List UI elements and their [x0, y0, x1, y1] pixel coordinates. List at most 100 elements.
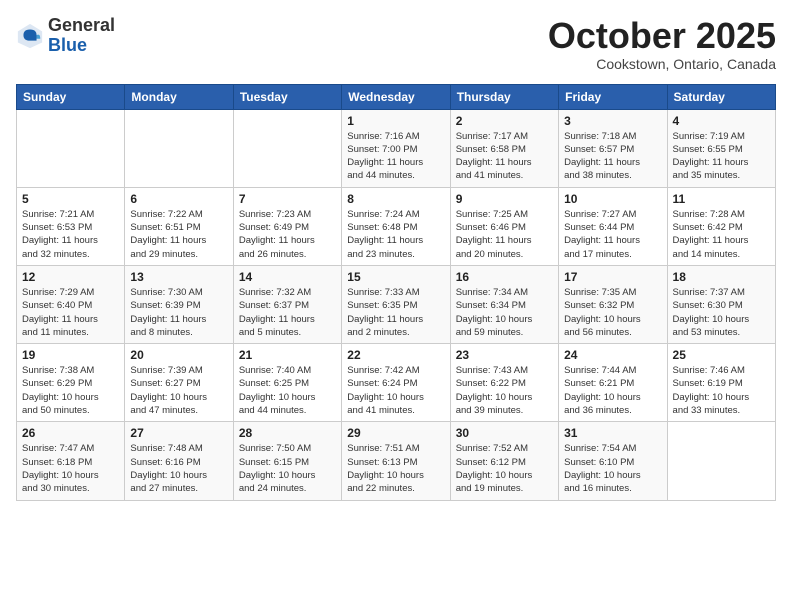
calendar-day-24: 24Sunrise: 7:44 AM Sunset: 6:21 PM Dayli… — [559, 344, 667, 422]
day-number: 3 — [564, 114, 661, 128]
empty-cell — [125, 109, 233, 187]
day-number: 16 — [456, 270, 553, 284]
logo-blue: Blue — [48, 35, 87, 55]
day-number: 30 — [456, 426, 553, 440]
calendar-week-4: 26 Sunrise: 7:47 AM Sunset: 6:18 PM Dayli… — [17, 422, 776, 500]
day-number: 13 — [130, 270, 227, 284]
calendar-day-26: 26 Sunrise: 7:47 AM Sunset: 6:18 PM Dayli… — [17, 422, 125, 500]
day-info: Sunrise: 7:34 AM Sunset: 6:34 PM Dayligh… — [456, 286, 553, 339]
day-info: Sunrise: 7:46 AM Sunset: 6:19 PM Dayligh… — [673, 364, 770, 417]
header-day-monday: Monday — [125, 84, 233, 109]
day-info: Sunrise: 7:51 AM Sunset: 6:13 PM Dayligh… — [347, 442, 444, 495]
calendar-day-27: 27 Sunrise: 7:48 AM Sunset: 6:16 PM Dayli… — [125, 422, 233, 500]
day-number: 9 — [456, 192, 553, 206]
empty-cell — [233, 109, 341, 187]
header-day-thursday: Thursday — [450, 84, 558, 109]
day-number: 4 — [673, 114, 770, 128]
day-info: Sunrise: 7:50 AM Sunset: 6:15 PM Dayligh… — [239, 442, 336, 495]
day-number: 19 — [22, 348, 119, 362]
page-header: General Blue October 2025 Cookstown, Ont… — [16, 16, 776, 72]
day-number: 29 — [347, 426, 444, 440]
day-number: 27 — [130, 426, 227, 440]
day-info: Sunrise: 7:22 AM Sunset: 6:51 PM Dayligh… — [130, 208, 227, 261]
calendar-day-7: 7 Sunrise: 7:23 AM Sunset: 6:49 PM Daylig… — [233, 187, 341, 265]
day-info: Sunrise: 7:42 AM Sunset: 6:24 PM Dayligh… — [347, 364, 444, 417]
calendar-week-3: 19 Sunrise: 7:38 AM Sunset: 6:29 PM Dayli… — [17, 344, 776, 422]
day-info: Sunrise: 7:35 AM Sunset: 6:32 PM Dayligh… — [564, 286, 661, 339]
calendar-body: 1 Sunrise: 7:16 AM Sunset: 7:00 PM Daylig… — [17, 109, 776, 500]
day-number: 24 — [564, 348, 661, 362]
day-info: Sunrise: 7:39 AM Sunset: 6:27 PM Dayligh… — [130, 364, 227, 417]
day-info: Sunrise: 7:17 AM Sunset: 6:58 PM Dayligh… — [456, 130, 553, 183]
calendar-day-29: 29 Sunrise: 7:51 AM Sunset: 6:13 PM Dayli… — [342, 422, 450, 500]
day-number: 22 — [347, 348, 444, 362]
day-number: 11 — [673, 192, 770, 206]
calendar-week-2: 12 Sunrise: 7:29 AM Sunset: 6:40 PM Dayli… — [17, 265, 776, 343]
calendar-day-19: 19 Sunrise: 7:38 AM Sunset: 6:29 PM Dayli… — [17, 344, 125, 422]
logo-icon — [16, 22, 44, 50]
logo-general: General — [48, 15, 115, 35]
day-number: 14 — [239, 270, 336, 284]
day-info: Sunrise: 7:23 AM Sunset: 6:49 PM Dayligh… — [239, 208, 336, 261]
day-number: 31 — [564, 426, 661, 440]
calendar-day-9: 9 Sunrise: 7:25 AM Sunset: 6:46 PM Daylig… — [450, 187, 558, 265]
empty-cell — [667, 422, 775, 500]
day-info: Sunrise: 7:52 AM Sunset: 6:12 PM Dayligh… — [456, 442, 553, 495]
day-info: Sunrise: 7:16 AM Sunset: 7:00 PM Dayligh… — [347, 130, 444, 183]
calendar-day-14: 14Sunrise: 7:32 AM Sunset: 6:37 PM Dayli… — [233, 265, 341, 343]
day-number: 25 — [673, 348, 770, 362]
day-info: Sunrise: 7:47 AM Sunset: 6:18 PM Dayligh… — [22, 442, 119, 495]
day-info: Sunrise: 7:21 AM Sunset: 6:53 PM Dayligh… — [22, 208, 119, 261]
day-number: 26 — [22, 426, 119, 440]
calendar-day-5: 5 Sunrise: 7:21 AM Sunset: 6:53 PM Daylig… — [17, 187, 125, 265]
day-number: 17 — [564, 270, 661, 284]
calendar-day-23: 23Sunrise: 7:43 AM Sunset: 6:22 PM Dayli… — [450, 344, 558, 422]
calendar-day-13: 13Sunrise: 7:30 AM Sunset: 6:39 PM Dayli… — [125, 265, 233, 343]
day-info: Sunrise: 7:18 AM Sunset: 6:57 PM Dayligh… — [564, 130, 661, 183]
calendar-week-1: 5 Sunrise: 7:21 AM Sunset: 6:53 PM Daylig… — [17, 187, 776, 265]
calendar-day-2: 2Sunrise: 7:17 AM Sunset: 6:58 PM Daylig… — [450, 109, 558, 187]
day-info: Sunrise: 7:38 AM Sunset: 6:29 PM Dayligh… — [22, 364, 119, 417]
calendar-day-18: 18 Sunrise: 7:37 AM Sunset: 6:30 PM Dayli… — [667, 265, 775, 343]
day-info: Sunrise: 7:43 AM Sunset: 6:22 PM Dayligh… — [456, 364, 553, 417]
calendar-day-31: 31Sunrise: 7:54 AM Sunset: 6:10 PM Dayli… — [559, 422, 667, 500]
location: Cookstown, Ontario, Canada — [548, 56, 776, 72]
calendar-day-28: 28 Sunrise: 7:50 AM Sunset: 6:15 PM Dayli… — [233, 422, 341, 500]
calendar-day-21: 21 Sunrise: 7:40 AM Sunset: 6:25 PM Dayli… — [233, 344, 341, 422]
month-title: October 2025 — [548, 16, 776, 56]
day-info: Sunrise: 7:25 AM Sunset: 6:46 PM Dayligh… — [456, 208, 553, 261]
calendar-day-22: 22 Sunrise: 7:42 AM Sunset: 6:24 PM Dayli… — [342, 344, 450, 422]
calendar-day-25: 25 Sunrise: 7:46 AM Sunset: 6:19 PM Dayli… — [667, 344, 775, 422]
calendar-day-6: 6Sunrise: 7:22 AM Sunset: 6:51 PM Daylig… — [125, 187, 233, 265]
day-number: 12 — [22, 270, 119, 284]
title-block: October 2025 Cookstown, Ontario, Canada — [548, 16, 776, 72]
calendar-day-12: 12 Sunrise: 7:29 AM Sunset: 6:40 PM Dayli… — [17, 265, 125, 343]
day-info: Sunrise: 7:19 AM Sunset: 6:55 PM Dayligh… — [673, 130, 770, 183]
day-number: 21 — [239, 348, 336, 362]
day-number: 8 — [347, 192, 444, 206]
day-number: 28 — [239, 426, 336, 440]
day-info: Sunrise: 7:29 AM Sunset: 6:40 PM Dayligh… — [22, 286, 119, 339]
day-info: Sunrise: 7:28 AM Sunset: 6:42 PM Dayligh… — [673, 208, 770, 261]
day-number: 18 — [673, 270, 770, 284]
logo-text: General Blue — [48, 16, 115, 56]
header-day-tuesday: Tuesday — [233, 84, 341, 109]
logo: General Blue — [16, 16, 115, 56]
day-number: 1 — [347, 114, 444, 128]
header-day-wednesday: Wednesday — [342, 84, 450, 109]
calendar-day-16: 16 Sunrise: 7:34 AM Sunset: 6:34 PM Dayli… — [450, 265, 558, 343]
day-info: Sunrise: 7:48 AM Sunset: 6:16 PM Dayligh… — [130, 442, 227, 495]
day-info: Sunrise: 7:37 AM Sunset: 6:30 PM Dayligh… — [673, 286, 770, 339]
day-number: 20 — [130, 348, 227, 362]
header-day-sunday: Sunday — [17, 84, 125, 109]
day-info: Sunrise: 7:40 AM Sunset: 6:25 PM Dayligh… — [239, 364, 336, 417]
day-number: 7 — [239, 192, 336, 206]
day-number: 5 — [22, 192, 119, 206]
calendar-day-3: 3 Sunrise: 7:18 AM Sunset: 6:57 PM Daylig… — [559, 109, 667, 187]
calendar-day-10: 10Sunrise: 7:27 AM Sunset: 6:44 PM Dayli… — [559, 187, 667, 265]
header-day-saturday: Saturday — [667, 84, 775, 109]
calendar-day-11: 11 Sunrise: 7:28 AM Sunset: 6:42 PM Dayli… — [667, 187, 775, 265]
day-info: Sunrise: 7:33 AM Sunset: 6:35 PM Dayligh… — [347, 286, 444, 339]
calendar-day-17: 17 Sunrise: 7:35 AM Sunset: 6:32 PM Dayli… — [559, 265, 667, 343]
day-info: Sunrise: 7:24 AM Sunset: 6:48 PM Dayligh… — [347, 208, 444, 261]
